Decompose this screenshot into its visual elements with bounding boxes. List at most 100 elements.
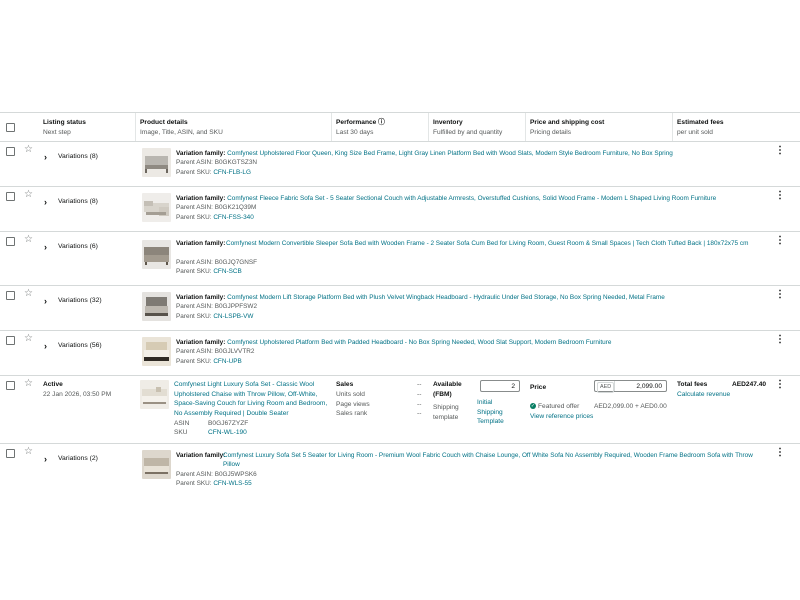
chevron-right-icon[interactable]: › (44, 197, 47, 207)
row-checkbox[interactable] (6, 291, 15, 300)
row-checkbox[interactable] (6, 147, 15, 156)
table-row: ☆ › Variations (56) Variation family: Co… (0, 331, 800, 376)
listings-table: Listing status Next step Product details… (0, 112, 800, 492)
header-product-details[interactable]: Product details Image, Title, ASIN, and … (140, 118, 223, 138)
product-title-link[interactable]: Comfynest Fleece Fabric Sofa Set - 5 Sea… (227, 195, 716, 202)
total-fees-label: Total fees (677, 381, 708, 388)
product-title-link[interactable]: Comfynest Modern Lift Storage Platform B… (227, 294, 665, 301)
more-actions-icon[interactable]: ⋮ (775, 191, 785, 203)
star-icon[interactable]: ☆ (24, 334, 33, 344)
table-row: ☆ › Variations (8) Variation family: Com… (0, 187, 800, 232)
parent-sku-link[interactable]: CN-LSPB-VW (213, 313, 253, 320)
select-all-checkbox[interactable] (6, 123, 15, 132)
featured-offer: ✓ Featured offer (530, 403, 580, 410)
product-thumbnail[interactable] (140, 380, 169, 409)
header-price[interactable]: Price and shipping cost Pricing details (530, 118, 604, 138)
more-actions-icon[interactable]: ⋮ (775, 236, 785, 248)
available-title: Available (433, 381, 462, 388)
header-listing-status[interactable]: Listing status Next step (43, 118, 86, 138)
view-reference-prices-link[interactable]: View reference prices (530, 412, 593, 422)
parent-asin: B0GKGTSZ3N (214, 159, 257, 167)
more-actions-icon[interactable]: ⋮ (775, 290, 785, 302)
product-details: Comfynest Modern Convertible Sleeper Sof… (226, 239, 756, 248)
more-actions-icon[interactable]: ⋮ (775, 335, 785, 347)
row-checkbox[interactable] (6, 192, 15, 201)
row-checkbox[interactable] (6, 381, 15, 390)
more-actions-icon[interactable]: ⋮ (775, 146, 785, 158)
product-details: Comfynest Luxury Sofa Set 5 Seater for L… (223, 451, 763, 470)
product-thumbnail[interactable] (142, 450, 171, 479)
variations-toggle[interactable]: Variations (2) (58, 455, 98, 462)
parent-sku-link[interactable]: CFN-FSS-340 (213, 214, 253, 221)
table-row: ☆ › Variations (8) Variation family: Com… (0, 142, 800, 187)
parent-sku-link[interactable]: CFN-WLS-55 (213, 480, 251, 487)
product-thumbnail[interactable] (142, 240, 171, 269)
product-title-link[interactable]: Comfynest Modern Convertible Sleeper Sof… (226, 240, 748, 247)
star-icon[interactable]: ☆ (24, 235, 33, 245)
chevron-right-icon[interactable]: › (44, 341, 47, 351)
product-title-link[interactable]: Comfynest Luxury Sofa Set 5 Seater for L… (223, 452, 753, 468)
parent-asin: B0GJLVVTR2 (214, 348, 255, 356)
variations-toggle[interactable]: Variations (32) (58, 297, 102, 304)
star-icon[interactable]: ☆ (24, 289, 33, 299)
table-row: ☆ › Variations (2) Variation family: Com… (0, 444, 800, 492)
row-checkbox[interactable] (6, 237, 15, 246)
parent-sku-link[interactable]: CFN-FLB-LG (213, 169, 251, 176)
more-actions-icon[interactable]: ⋮ (775, 448, 785, 460)
variations-toggle[interactable]: Variations (56) (58, 342, 102, 349)
header-performance[interactable]: Performance ⓘ Last 30 days (336, 118, 385, 138)
parent-sku-link[interactable]: CFN-UPB (213, 358, 241, 365)
table-header: Listing status Next step Product details… (0, 112, 800, 142)
table-row: ☆ › Variations (6) Variation family: Com… (0, 232, 800, 286)
product-title-link[interactable]: Comfynest Light Luxury Sofa Set - Classi… (174, 380, 329, 418)
variations-toggle[interactable]: Variations (8) (58, 198, 98, 205)
shipping-template-link[interactable]: Initial Shipping Template (477, 398, 519, 427)
chevron-right-icon[interactable]: › (44, 152, 47, 162)
chevron-right-icon[interactable]: › (44, 296, 47, 306)
status-badge: Active (43, 381, 63, 388)
row-checkbox[interactable] (6, 336, 15, 345)
header-estimated-fees[interactable]: Estimated fees per unit sold (677, 118, 724, 138)
featured-offer-value: AED2,099.00 + AED0.00 (594, 403, 667, 410)
total-fees-value: AED247.40 (732, 381, 767, 388)
product-thumbnail[interactable] (142, 292, 171, 321)
product-thumbnail[interactable] (142, 337, 171, 366)
price-title: Price (530, 384, 547, 391)
table-row-active: ☆ Active 22 Jan 2026, 03:50 PM Comfynest… (0, 376, 800, 444)
star-icon[interactable]: ☆ (24, 447, 33, 457)
listing-date: 22 Jan 2026, 03:50 PM (43, 391, 112, 398)
product-ids: Parent ASIN: B0GJQ7GNSF Parent SKU: CFN-… (176, 259, 257, 276)
table-row: ☆ › Variations (32) Variation family: Co… (0, 286, 800, 331)
parent-asin: B0GJQ7GNSF (214, 259, 257, 266)
product-title-link[interactable]: Comfynest Upholstered Platform Bed with … (227, 339, 611, 346)
parent-asin: B0GJ5WPSK6 (214, 471, 257, 478)
product-thumbnail[interactable] (142, 193, 171, 222)
product-title-link[interactable]: Comfynest Upholstered Floor Queen, King … (227, 150, 673, 157)
header-inventory[interactable]: Inventory Fulfilled by and quantity (433, 118, 502, 138)
currency-label: AED (597, 382, 615, 393)
quantity-input[interactable]: 2 (480, 380, 520, 392)
product-details: Variation family: Comfynest Upholstered … (176, 150, 673, 176)
check-icon: ✓ (530, 403, 536, 410)
star-icon[interactable]: ☆ (24, 379, 33, 389)
variation-family-label: Variation family: (176, 240, 226, 247)
row-checkbox[interactable] (6, 449, 15, 458)
product-details: Variation family: Comfynest Upholstered … (176, 339, 612, 365)
price-input[interactable]: AED 2,099.00 (594, 380, 667, 393)
sku-link[interactable]: CFN-WL-190 (208, 428, 247, 438)
variation-family-label: Variation family: (176, 452, 226, 459)
product-details: Variation family: Comfynest Modern Lift … (176, 294, 665, 320)
variations-toggle[interactable]: Variations (8) (58, 153, 98, 160)
variations-toggle[interactable]: Variations (6) (58, 243, 98, 250)
chevron-right-icon[interactable]: › (44, 242, 47, 252)
sales-title: Sales (336, 381, 354, 388)
product-ids: Parent ASIN: B0GJ5WPSK6 Parent SKU: CFN-… (176, 471, 257, 488)
more-actions-icon[interactable]: ⋮ (775, 380, 785, 392)
parent-sku-link[interactable]: CFN-SCB (213, 268, 241, 275)
product-thumbnail[interactable] (142, 148, 171, 177)
parent-asin: B0GJPPFSW2 (214, 303, 257, 311)
calculate-revenue-link[interactable]: Calculate revenue (677, 390, 730, 400)
star-icon[interactable]: ☆ (24, 190, 33, 200)
chevron-right-icon[interactable]: › (44, 454, 47, 464)
star-icon[interactable]: ☆ (24, 145, 33, 155)
